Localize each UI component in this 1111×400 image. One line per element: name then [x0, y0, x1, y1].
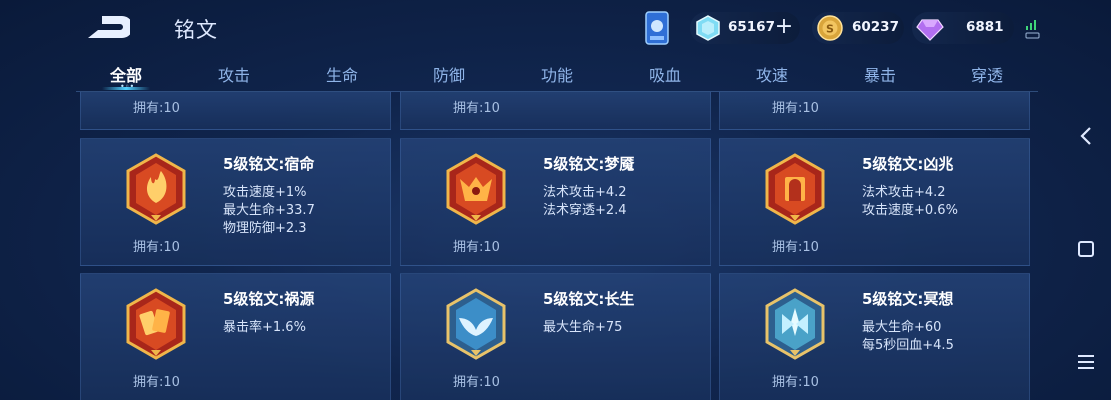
rune-name: 5级铭文:长生 [543, 290, 635, 308]
purple-gem-icon [916, 19, 944, 41]
owned-count: 拥有:10 [772, 101, 819, 116]
rune-card-mingxiang[interactable]: 5级铭文:冥想 最大生命+60 每5秒回血+4.5 拥有:10 [719, 273, 1030, 400]
rune-card-changsheng[interactable]: 5级铭文:长生 最大生命+75 拥有:10 [400, 273, 711, 400]
flame-emblem-icon [126, 153, 186, 225]
rune-name: 5级铭文:冥想 [862, 290, 954, 308]
rune-stat: 每5秒回血+4.5 [862, 338, 954, 353]
page-title: 铭文 [174, 18, 218, 42]
crystal-currency: 65167 + [690, 12, 800, 44]
rune-stat: 最大生命+75 [543, 320, 623, 335]
gold-currency: S 60237 [812, 12, 904, 44]
crystal-amount: 65167 [728, 19, 775, 35]
rune-stat: 物理防御+2.3 [223, 221, 307, 236]
rune-name: 5级铭文:祸源 [223, 290, 315, 308]
rune-stat: 攻击速度+1% [223, 185, 307, 200]
rune-card-partial[interactable]: 拥有:10 [719, 92, 1030, 130]
category-tabs: 全部 攻击 生命 防御 功能 吸血 攻速 暴击 穿透 •◦• [76, 56, 1036, 92]
tab-lifesteal[interactable]: 吸血 [615, 62, 715, 86]
tab-attack[interactable]: 攻击 [184, 62, 284, 86]
tab-attack-speed[interactable]: 攻速 [722, 62, 822, 86]
owned-count: 拥有:10 [772, 375, 819, 390]
back-chevron-icon[interactable] [1070, 120, 1102, 152]
rune-name: 5级铭文:凶兆 [862, 155, 954, 173]
cards-emblem-icon [126, 288, 186, 360]
tab-defense[interactable]: 防御 [399, 62, 499, 86]
back-arrow-icon[interactable] [84, 14, 130, 40]
demon-emblem-icon [446, 153, 506, 225]
rune-card-partial[interactable]: 拥有:10 [400, 92, 711, 130]
crystal-icon [696, 15, 720, 41]
add-crystal-button[interactable]: + [772, 15, 796, 39]
rune-card-partial[interactable]: 拥有:10 [80, 92, 391, 130]
tab-health[interactable]: 生命 [292, 62, 392, 86]
owned-count: 拥有:10 [453, 101, 500, 116]
rune-stat: 最大生命+33.7 [223, 203, 315, 218]
rune-stat: 最大生命+60 [862, 320, 942, 335]
owned-count: 拥有:10 [453, 375, 500, 390]
rune-stat: 攻击速度+0.6% [862, 203, 958, 218]
owned-count: 拥有:10 [453, 240, 500, 255]
gate-emblem-icon [765, 153, 825, 225]
rune-stat: 法术攻击+4.2 [543, 185, 627, 200]
menu-icon[interactable] [1070, 346, 1102, 378]
rune-grid: 拥有:10 拥有:10 拥有:10 5级铭文:宿命 攻击速度+1% 最大生命+3… [80, 92, 1040, 400]
rune-stat: 法术攻击+4.2 [862, 185, 946, 200]
owned-count: 拥有:10 [772, 240, 819, 255]
top-bar: 铭文 65167 + S 60237 6881 [0, 0, 1060, 56]
gold-amount: 60237 [852, 19, 899, 35]
home-square-icon[interactable] [1070, 233, 1102, 265]
rune-card-mengyan[interactable]: 5级铭文:梦魇 法术攻击+4.2 法术穿透+2.4 拥有:10 [400, 138, 711, 266]
battle-pass-icon[interactable] [642, 10, 672, 46]
owned-count: 拥有:10 [133, 101, 180, 116]
whale-tail-emblem-icon [446, 288, 506, 360]
active-tab-dots: •◦• [120, 82, 135, 91]
lotus-emblem-icon [765, 288, 825, 360]
rune-card-xiongzhao[interactable]: 5级铭文:凶兆 法术攻击+4.2 攻击速度+0.6% 拥有:10 [719, 138, 1030, 266]
svg-text:S: S [826, 23, 834, 36]
signal-icon [1025, 20, 1040, 39]
gem-currency: 6881 [912, 12, 1014, 44]
gold-coin-icon: S [817, 15, 843, 41]
system-nav-bar [1060, 0, 1111, 400]
rune-name: 5级铭文:梦魇 [543, 155, 635, 173]
rune-name: 5级铭文:宿命 [223, 155, 315, 173]
owned-count: 拥有:10 [133, 240, 180, 255]
rune-stat: 暴击率+1.6% [223, 320, 306, 335]
tab-utility[interactable]: 功能 [507, 62, 607, 86]
rune-card-huoyuan[interactable]: 5级铭文:祸源 暴击率+1.6% 拥有:10 [80, 273, 391, 400]
rune-card-suming[interactable]: 5级铭文:宿命 攻击速度+1% 最大生命+33.7 物理防御+2.3 拥有:10 [80, 138, 391, 266]
tab-critical[interactable]: 暴击 [830, 62, 930, 86]
gem-amount: 6881 [966, 19, 1004, 35]
tab-penetration[interactable]: 穿透 [937, 62, 1037, 86]
owned-count: 拥有:10 [133, 375, 180, 390]
rune-stat: 法术穿透+2.4 [543, 203, 627, 218]
